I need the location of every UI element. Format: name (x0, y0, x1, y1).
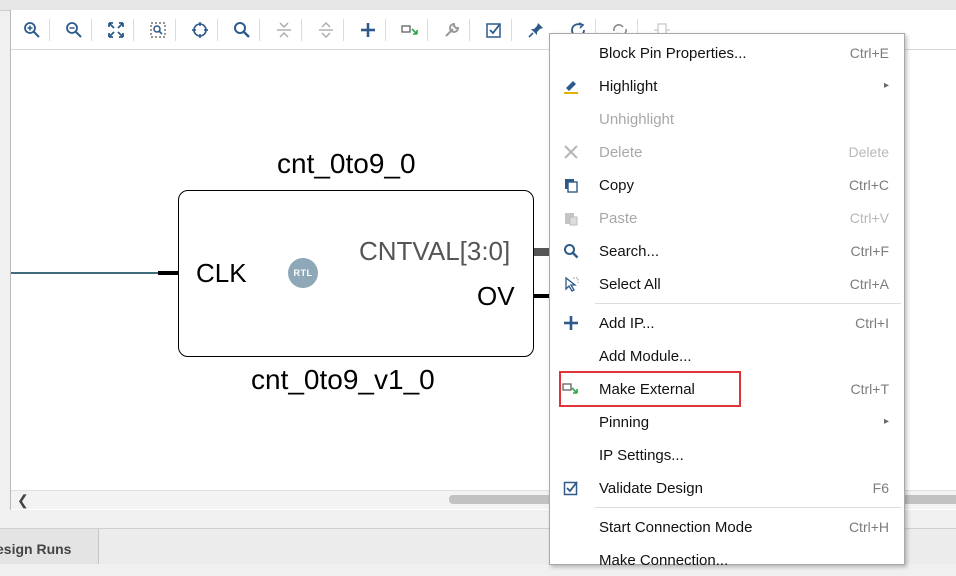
menu-item-make-connection[interactable]: Make Connection... (550, 543, 904, 576)
menu-item-select-all[interactable]: Select All Ctrl+A (550, 267, 904, 300)
annotation-highlight-box (559, 371, 741, 407)
make-external-icon[interactable] (399, 19, 421, 41)
menu-item-search[interactable]: Search... Ctrl+F (550, 234, 904, 267)
module-name: cnt_0to9_v1_0 (251, 364, 435, 395)
menu-item-paste[interactable]: Paste Ctrl+V (550, 201, 904, 234)
submenu-arrow-icon: ▸ (883, 80, 889, 91)
pin-label-clk: CLK (196, 258, 247, 288)
add-icon[interactable] (357, 19, 379, 41)
expand-icon[interactable] (315, 19, 337, 41)
rtl-badge: RTL (288, 258, 318, 288)
search-icon[interactable] (231, 19, 253, 41)
menu-item-copy[interactable]: Copy Ctrl+C (550, 168, 904, 201)
menu-item-add-ip[interactable]: Add IP... Ctrl+I (550, 306, 904, 339)
pin-label-ov: OV (477, 281, 515, 311)
menu-item-highlight[interactable]: Highlight ▸ (550, 69, 904, 102)
paste-icon (562, 209, 580, 227)
menu-item-unhighlight[interactable]: Unhighlight (550, 102, 904, 135)
zoom-out-icon[interactable] (63, 19, 85, 41)
collapse-icon[interactable] (273, 19, 295, 41)
copy-icon (562, 176, 580, 194)
highlight-icon (562, 77, 580, 95)
pin-icon[interactable] (525, 19, 547, 41)
menu-item-pinning[interactable]: Pinning ▸ (550, 405, 904, 438)
zoom-fit-icon[interactable] (105, 19, 127, 41)
menu-item-block-pin-properties[interactable]: Block Pin Properties... Ctrl+E (550, 36, 904, 69)
zoom-in-icon[interactable] (21, 19, 43, 41)
menu-separator (595, 507, 901, 508)
menu-item-add-module[interactable]: Add Module... (550, 339, 904, 372)
validate-icon (562, 479, 580, 497)
scroll-left-icon[interactable]: ❮ (17, 492, 29, 509)
submenu-arrow-icon: ▸ (883, 416, 889, 427)
pin-label-cntval: CNTVAL[3:0] (359, 236, 511, 266)
add-icon (562, 314, 580, 332)
crosshair-icon[interactable] (189, 19, 211, 41)
instance-name: cnt_0to9_0 (277, 148, 416, 179)
select-all-icon (562, 275, 580, 293)
clk-pin-stub[interactable] (158, 271, 178, 275)
delete-icon (562, 143, 580, 161)
menu-item-ip-settings[interactable]: IP Settings... (550, 438, 904, 471)
menu-item-delete[interactable]: Delete Delete (550, 135, 904, 168)
validate-icon[interactable] (483, 19, 505, 41)
search-icon (562, 242, 580, 260)
menu-item-start-connection-mode[interactable]: Start Connection Mode Ctrl+H (550, 510, 904, 543)
tab-design-runs[interactable]: esign Runs (0, 529, 99, 564)
menu-separator (595, 303, 901, 304)
zoom-area-icon[interactable] (147, 19, 169, 41)
wrench-icon[interactable] (441, 19, 463, 41)
context-menu: Block Pin Properties... Ctrl+E Highlight… (549, 33, 905, 569)
menu-item-validate-design[interactable]: Validate Design F6 (550, 471, 904, 504)
clk-net[interactable] (11, 272, 158, 274)
